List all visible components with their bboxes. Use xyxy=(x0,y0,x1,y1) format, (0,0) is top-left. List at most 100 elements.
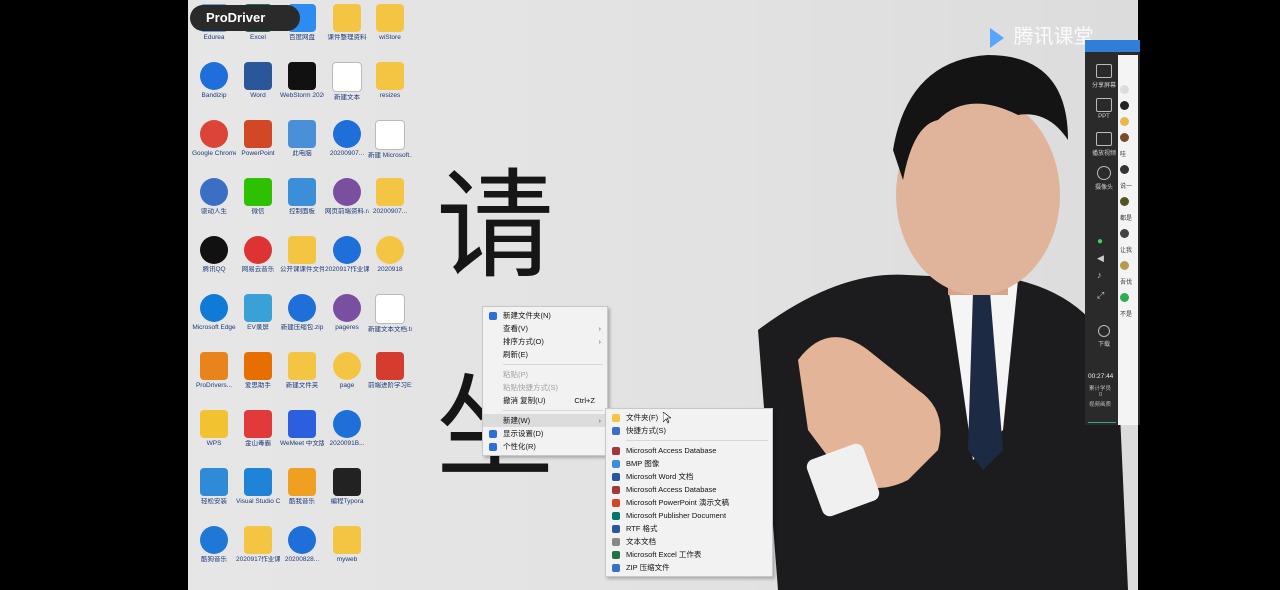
desktop-icon[interactable]: 新建文本 xyxy=(325,62,369,102)
desktop-icon[interactable]: 20200828... xyxy=(280,526,324,564)
desktop-icon[interactable]: WPS xyxy=(192,410,236,448)
desktop-icon-label: 驱动人生 xyxy=(201,208,227,215)
file-type-icon xyxy=(612,486,620,494)
chevron-right-icon: › xyxy=(598,337,602,346)
context-menu-item[interactable]: 粘贴快捷方式(S) xyxy=(483,381,607,394)
desktop-icon[interactable]: 酷狗音乐 xyxy=(192,526,236,564)
desktop-icon[interactable]: wiStore xyxy=(368,4,412,42)
desktop-icon[interactable]: 此电脑 xyxy=(280,120,324,158)
desktop-icon-label: 2020917作业课件 xyxy=(236,556,280,563)
new-submenu-item[interactable]: Microsoft Access Database xyxy=(606,444,772,457)
file-type-icon xyxy=(612,460,620,468)
camera-button[interactable]: 摄像头 xyxy=(1089,166,1119,191)
wallpaper-char-1: 请 xyxy=(436,157,555,295)
new-submenu-item[interactable]: Microsoft Access Database xyxy=(606,483,772,496)
desktop-icon[interactable]: WeMeet 中文版 xyxy=(280,410,324,448)
desktop-icon-label: 2020091B... xyxy=(329,440,365,447)
rar-icon xyxy=(333,178,361,206)
desktop-icon[interactable]: 2020917作业课件 xyxy=(236,526,280,564)
desktop-icon[interactable]: pageres xyxy=(325,294,369,332)
new-submenu-item[interactable]: RTF 格式 xyxy=(606,522,772,535)
new-submenu-item[interactable]: BMP 图像 xyxy=(606,457,772,470)
desktop-icon[interactable]: resizes xyxy=(368,62,412,100)
context-menu-item[interactable]: 刷新(E) xyxy=(483,348,607,361)
desktop-icon[interactable]: 腾讯QQ xyxy=(192,236,236,274)
ev-icon xyxy=(244,294,272,322)
desktop-icon[interactable]: 新建 Microsoft... xyxy=(368,120,412,160)
new-submenu-item[interactable]: ZIP 压缩文件 xyxy=(606,561,772,574)
desktop-icon-label: PowerPoint xyxy=(241,150,275,157)
cube-icon xyxy=(200,468,228,496)
desktop-icon[interactable]: 轻松安装 xyxy=(192,468,236,506)
doc-icon xyxy=(332,62,362,92)
fullscreen-icon[interactable]: ⤢ xyxy=(1097,290,1104,301)
desktop-icon[interactable]: 20200907... xyxy=(325,120,369,158)
context-menu-item[interactable]: 查看(V) › xyxy=(483,322,607,335)
download-button[interactable]: 下载 xyxy=(1089,325,1119,348)
desktop-icon[interactable]: myweb xyxy=(325,526,369,564)
desktop-icon[interactable]: EV录屏 xyxy=(236,294,280,332)
desktop-icon[interactable]: 酷我音乐 xyxy=(280,468,324,506)
desktop-icon[interactable]: 爱思助手 xyxy=(236,352,280,390)
speaker-icon[interactable]: ◀ xyxy=(1097,253,1104,264)
desktop-icon[interactable]: 编程Typora xyxy=(325,468,369,506)
music-icon[interactable]: ♪ xyxy=(1097,270,1102,280)
chat-avatar xyxy=(1120,101,1129,110)
context-menu-item[interactable]: 显示设置(D) xyxy=(483,427,607,440)
desktop-icon[interactable]: 20200907... xyxy=(368,178,412,216)
desktop-icon-label: 新建文件夹 xyxy=(285,382,319,389)
context-menu-item[interactable]: 新建文件夹(N) xyxy=(483,309,607,322)
desktop-icon[interactable]: 公开课课件文件夹 xyxy=(280,236,324,274)
desktop-icon[interactable]: 2020918 xyxy=(368,236,412,274)
desktop-icon-label: 酷我音乐 xyxy=(289,498,315,505)
desktop-icon[interactable]: 网易云音乐 xyxy=(236,236,280,274)
file-type-icon xyxy=(612,551,620,559)
context-menu-item-label: 粘贴(P) xyxy=(503,370,528,379)
desktop-icon[interactable]: Visual Studio Code xyxy=(236,468,280,506)
desktop-icon[interactable]: 新建文件夹 xyxy=(280,352,324,390)
desktop-icon[interactable]: 新建文本文档.txt xyxy=(368,294,412,334)
desktop-icon[interactable]: PowerPoint xyxy=(236,120,280,158)
desktop-icon[interactable]: 驱动人生 xyxy=(192,178,236,216)
desktop-icon[interactable]: Microsoft Edge xyxy=(192,294,236,332)
desktop-icon[interactable]: 金山毒霸 xyxy=(236,410,280,448)
ppt-button[interactable]: PPT xyxy=(1089,98,1119,120)
desktop-icon[interactable]: 微信 xyxy=(236,178,280,216)
new-submenu-item[interactable]: Microsoft Excel 工作表 xyxy=(606,548,772,561)
new-submenu-item[interactable]: Microsoft PowerPoint 演示文稿 xyxy=(606,496,772,509)
desktop-icon[interactable]: Bandizip xyxy=(192,62,236,100)
desktop-icon[interactable]: WebStorm 2020.1 x64 xyxy=(280,62,324,100)
watermark-text: 腾讯课堂 xyxy=(1013,26,1094,48)
context-menu-item[interactable]: 个性化(R) xyxy=(483,440,607,453)
new-submenu-item[interactable]: 文本文档 xyxy=(606,535,772,548)
desktop-icon[interactable]: 新建压缩包.zip xyxy=(280,294,324,332)
new-submenu-item[interactable]: 文件夹(F) xyxy=(606,411,772,424)
context-menu-item[interactable]: 新建(W) › xyxy=(483,414,607,427)
desktop-icon[interactable]: 2020091B... xyxy=(325,410,369,448)
play-video-button[interactable]: 播放视频 xyxy=(1089,132,1119,157)
desktop-icon[interactable]: 控制面板 xyxy=(280,178,324,216)
new-submenu-item[interactable]: 快捷方式(S) xyxy=(606,424,772,437)
desktop-icon[interactable]: Google Chrome xyxy=(192,120,236,158)
desktop-icon-label: myweb xyxy=(336,556,358,563)
desktop-icon[interactable]: 课件整理资料 xyxy=(325,4,369,42)
desktop-icon[interactable]: ProDrivers... xyxy=(192,352,236,390)
zip-icon xyxy=(288,294,316,322)
desktop-icon[interactable]: 2020917作业课件.zip xyxy=(325,236,369,274)
context-menu-item[interactable]: 撤消 复制(U) Ctrl+Z xyxy=(483,394,607,407)
context-menu-item[interactable]: 粘贴(P) xyxy=(483,368,607,381)
desktop-icon-label: 2020918 xyxy=(377,266,403,273)
share-screen-button[interactable]: 分享屏幕 xyxy=(1089,64,1119,89)
desktop-icon[interactable]: Word xyxy=(236,62,280,100)
mic-icon[interactable]: ● xyxy=(1097,236,1103,247)
desktop-icon[interactable]: page xyxy=(325,352,369,390)
submenu-item-label: Microsoft Excel 工作表 xyxy=(626,550,702,559)
desktop-icon[interactable]: 前端进阶学习Excel.pdf xyxy=(368,352,412,390)
typora-icon xyxy=(333,468,361,496)
desktop-icon[interactable]: 网页前端资料.rar xyxy=(325,178,369,216)
context-menu-item[interactable]: 排序方式(O) › xyxy=(483,335,607,348)
avatar-icon xyxy=(1120,133,1129,142)
desktop-icon-label: 腾讯QQ xyxy=(202,266,226,273)
new-submenu-item[interactable]: Microsoft Publisher Document xyxy=(606,509,772,522)
new-submenu-item[interactable]: Microsoft Word 文档 xyxy=(606,470,772,483)
